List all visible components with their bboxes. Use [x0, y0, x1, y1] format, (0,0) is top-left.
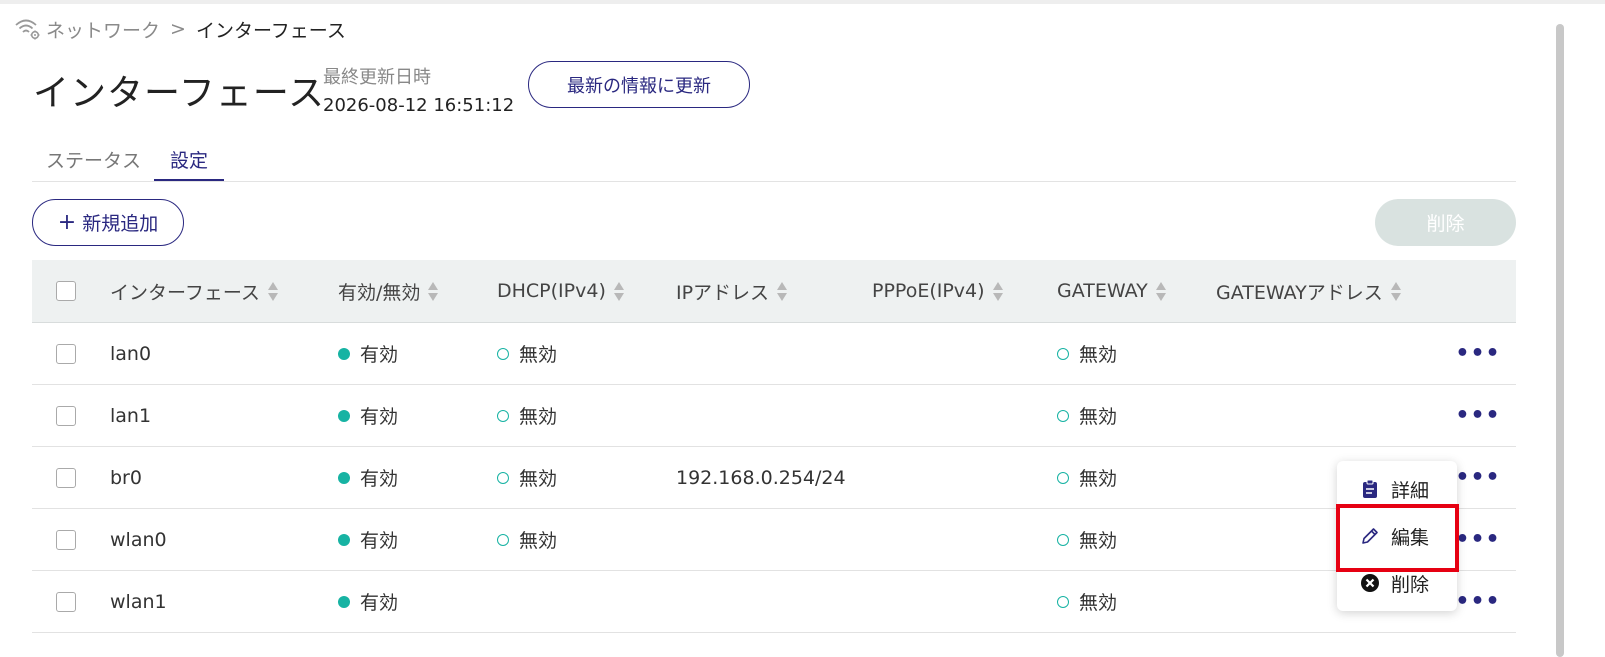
vertical-scrollbar[interactable] [1556, 24, 1564, 657]
column-header-dhcp[interactable]: DHCP(IPv4) [497, 260, 624, 322]
breadcrumb: ネットワーク > インターフェース [14, 16, 346, 42]
row-checkbox[interactable] [56, 467, 76, 488]
sort-icon [428, 281, 439, 301]
cell-enabled: 有効 [338, 447, 398, 508]
plus-icon: + [57, 209, 77, 235]
refresh-button[interactable]: 最新の情報に更新 [528, 61, 750, 108]
column-header-enabled[interactable]: 有効/無効 [338, 260, 439, 322]
row-checkbox[interactable] [56, 405, 76, 426]
status-on-icon [338, 595, 350, 608]
row-checkbox[interactable] [56, 591, 76, 612]
column-header-ip-address[interactable]: IPアドレス [676, 260, 788, 322]
status-off-icon [1057, 471, 1069, 484]
cell-interface-name: wlan0 [110, 528, 167, 551]
bulk-delete-button[interactable]: 削除 [1375, 199, 1516, 246]
column-header-gateway[interactable]: GATEWAY [1057, 260, 1166, 322]
row-more-button[interactable]: ••• [1455, 571, 1499, 632]
table-row: lan1 有効 無効 無効 ••• [32, 385, 1516, 447]
status-off-icon [497, 471, 509, 484]
status-off-icon [1057, 347, 1069, 360]
sort-icon [1155, 281, 1166, 301]
status-off-icon [1057, 409, 1069, 422]
cell-dhcp: 無効 [497, 385, 557, 446]
breadcrumb-network-link[interactable]: ネットワーク [46, 16, 160, 43]
cell-enabled: 有効 [338, 323, 398, 384]
tab-settings[interactable]: 設定 [154, 146, 224, 181]
network-settings-icon [14, 16, 42, 42]
status-on-icon [338, 471, 350, 484]
close-circle-icon [1359, 572, 1381, 594]
sort-icon [992, 281, 1003, 301]
cell-enabled: 有効 [338, 571, 398, 632]
status-off-icon [497, 409, 509, 422]
row-more-button[interactable]: ••• [1455, 323, 1499, 384]
cell-ip-address: 192.168.0.254/24 [676, 466, 846, 489]
cell-enabled: 有効 [338, 509, 398, 570]
cell-enabled: 有効 [338, 385, 398, 446]
status-off-icon [497, 533, 509, 546]
add-new-label: 新規追加 [82, 213, 159, 235]
edit-highlight-box [1336, 504, 1459, 572]
row-checkbox[interactable] [56, 529, 76, 550]
table-row: lan0 有効 無効 無効 ••• [32, 323, 1516, 385]
status-on-icon [338, 409, 350, 422]
status-off-icon [497, 347, 509, 360]
breadcrumb-separator: > [170, 18, 186, 40]
clipboard-icon [1359, 478, 1381, 500]
column-header-pppoe[interactable]: PPPoE(IPv4) [872, 260, 1003, 322]
cell-dhcp: 無効 [497, 323, 557, 384]
cell-gateway: 無効 [1057, 571, 1117, 632]
cell-dhcp: 無効 [497, 509, 557, 570]
breadcrumb-current: インターフェース [195, 19, 346, 42]
sort-icon [777, 281, 788, 301]
table-row: br0 有効 無効 192.168.0.254/24 無効 ••• [32, 447, 1516, 509]
table-row: wlan0 有効 無効 無効 ••• [32, 509, 1516, 571]
cell-gateway: 無効 [1057, 447, 1117, 508]
top-border [0, 0, 1605, 4]
cell-gateway: 無効 [1057, 509, 1117, 570]
sort-icon [1390, 281, 1401, 301]
cell-interface-name: lan0 [110, 342, 152, 365]
cell-dhcp: 無効 [497, 447, 557, 508]
status-on-icon [338, 347, 350, 360]
table-row: wlan1 有効 無効 ••• [32, 571, 1516, 633]
table-header: インターフェース 有効/無効 DHCP(IPv4) IPアドレス PPPoE(I… [32, 260, 1516, 323]
row-more-button[interactable]: ••• [1455, 509, 1499, 570]
menu-item-details[interactable]: 詳細 [1337, 469, 1457, 509]
sort-icon [613, 281, 624, 301]
status-off-icon [1057, 533, 1069, 546]
tab-status[interactable]: ステータス [46, 146, 141, 179]
cell-gateway: 無効 [1057, 323, 1117, 384]
cell-interface-name: lan1 [110, 404, 152, 427]
column-header-gateway-address[interactable]: GATEWAYアドレス [1216, 260, 1401, 322]
last-updated-value: 2026-08-12 16:51:12 [323, 95, 515, 116]
status-on-icon [338, 533, 350, 546]
row-checkbox[interactable] [56, 343, 76, 364]
cell-interface-name: wlan1 [110, 590, 167, 613]
last-updated-label: 最終更新日時 [323, 67, 431, 88]
column-header-interface[interactable]: インターフェース [110, 260, 278, 322]
interface-table: インターフェース 有効/無効 DHCP(IPv4) IPアドレス PPPoE(I… [32, 260, 1516, 633]
row-more-button[interactable]: ••• [1455, 447, 1499, 508]
select-all-checkbox[interactable] [56, 281, 76, 301]
page-title: インターフェース [33, 73, 326, 114]
cell-gateway: 無効 [1057, 385, 1117, 446]
tab-divider [32, 181, 1516, 182]
row-more-button[interactable]: ••• [1455, 385, 1499, 446]
sort-icon [267, 281, 278, 301]
cell-interface-name: br0 [110, 466, 142, 489]
status-off-icon [1057, 595, 1069, 608]
add-new-button[interactable]: + 新規追加 [32, 199, 184, 246]
